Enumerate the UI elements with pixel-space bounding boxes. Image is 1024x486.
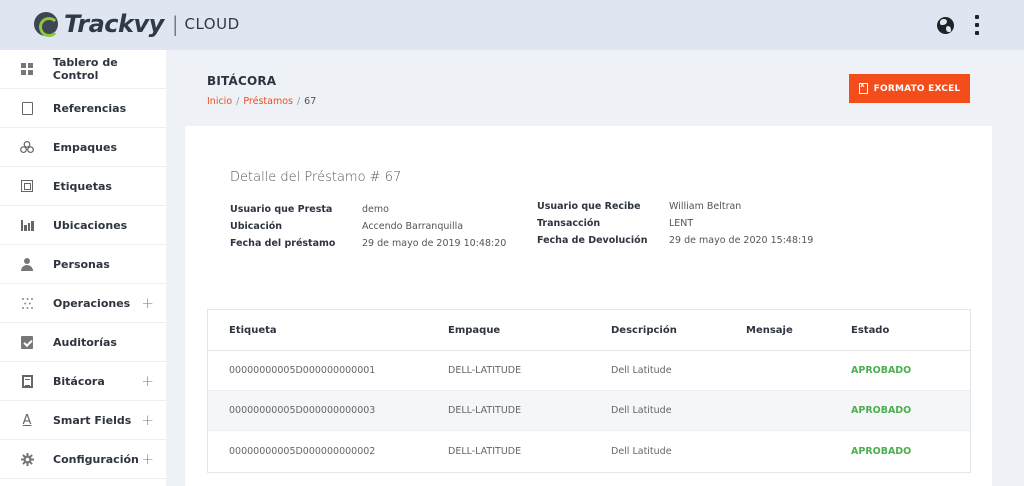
cell-descripcion: Dell Latitude: [611, 365, 672, 376]
sidebar-item-operaciones[interactable]: Operaciones +: [0, 284, 166, 323]
page-title: BITÁCORA: [207, 74, 277, 88]
sidebar-item-label: Smart Fields: [53, 413, 132, 427]
status-badge: APROBADO: [851, 405, 912, 416]
expand-plus-icon[interactable]: +: [141, 411, 154, 429]
column-header-estado[interactable]: Estado: [851, 310, 889, 350]
items-table: Etiqueta Empaque Descripción Mensaje Est…: [207, 309, 971, 473]
trackvy-logo-icon: [34, 12, 59, 37]
sidebar-item-bitacora[interactable]: Bitácora +: [0, 362, 166, 401]
detail-value: LENT: [669, 218, 694, 229]
column-header-mensaje[interactable]: Mensaje: [746, 310, 793, 350]
export-excel-label: FORMATO EXCEL: [873, 83, 961, 94]
dashboard-icon: [20, 62, 34, 76]
sidebar-item-tablero[interactable]: Tablero de Control: [0, 50, 166, 89]
detail-key: Fecha del préstamo: [230, 238, 336, 249]
detail-key: Usuario que Presta: [230, 204, 333, 215]
detail-value: 29 de mayo de 2019 10:48:20: [362, 238, 507, 249]
table-row[interactable]: 00000000005D000000000003 DELL-LATITUDE D…: [208, 391, 970, 431]
gear-icon: [20, 452, 34, 466]
table-row[interactable]: 00000000005D000000000001 DELL-LATITUDE D…: [208, 351, 970, 391]
export-excel-button[interactable]: FORMATO EXCEL: [849, 74, 970, 103]
status-badge: APROBADO: [851, 445, 912, 457]
cell-etiqueta: 00000000005D000000000003: [229, 405, 376, 416]
column-header-etiqueta[interactable]: Etiqueta: [229, 310, 277, 350]
breadcrumb-separator: /: [296, 96, 301, 107]
detail-values-left: demo Accendo Barranquilla 29 de mayo de …: [362, 201, 506, 252]
sidebar-item-label: Ubicaciones: [53, 218, 128, 232]
sidebar-item-smart-fields[interactable]: A Smart Fields +: [0, 401, 166, 440]
brand-logo[interactable]: Trackvy | CLOUD: [34, 10, 240, 38]
breadcrumb-link-inicio[interactable]: Inicio: [207, 96, 232, 107]
detail-value: William Beltran: [669, 201, 742, 212]
table-row[interactable]: 00000000005D000000000002 DELL-LATITUDE D…: [208, 431, 970, 471]
detail-key: Transacción: [537, 218, 601, 229]
more-options-icon[interactable]: [974, 15, 980, 35]
expand-plus-icon[interactable]: +: [141, 450, 154, 468]
cell-etiqueta: 00000000005D000000000002: [229, 445, 376, 457]
globe-icon[interactable]: [937, 17, 954, 34]
detail-value: Accendo Barranquilla: [362, 221, 464, 232]
detail-keys-left: Usuario que Presta Ubicación Fecha del p…: [230, 201, 335, 252]
sidebar-item-label: Personas: [53, 257, 110, 271]
sidebar-item-label: Bitácora: [53, 374, 105, 388]
breadcrumb-separator: /: [236, 96, 240, 107]
cell-descripcion: Dell Latitude: [611, 445, 672, 457]
detail-key: Fecha de Devolución: [537, 235, 648, 246]
detail-keys-right: Usuario que Recibe Transacción Fecha de …: [537, 198, 647, 249]
cell-empaque: DELL-LATITUDE: [448, 445, 522, 457]
sidebar-item-label: Operaciones: [53, 296, 131, 310]
top-bar: Trackvy | CLOUD: [0, 0, 1024, 50]
loan-detail-card: Detalle del Préstamo # 67 Usuario que Pr…: [185, 126, 992, 486]
status-badge: APROBADO: [851, 365, 912, 376]
sidebar-item-auditorias[interactable]: Auditorías: [0, 323, 166, 362]
sidebar-item-ubicaciones[interactable]: Ubicaciones: [0, 206, 166, 245]
sidebar-item-empaques[interactable]: Empaques: [0, 128, 166, 167]
sidebar-item-label: Empaques: [53, 140, 117, 154]
detail-title: Detalle del Préstamo # 67: [230, 170, 402, 185]
detail-values-right: William Beltran LENT 29 de mayo de 2020 …: [669, 198, 813, 249]
person-icon: [20, 257, 34, 271]
detail-key: Ubicación: [230, 221, 282, 232]
log-icon: [20, 374, 34, 388]
sidebar-item-referencias[interactable]: Referencias: [0, 89, 166, 128]
document-icon: [20, 101, 34, 115]
sidebar-item-label: Tablero de Control: [52, 56, 118, 82]
sidebar-item-etiquetas[interactable]: Etiquetas: [0, 167, 166, 206]
breadcrumb: Inicio / Préstamos/67: [207, 96, 316, 107]
column-header-descripcion[interactable]: Descripción: [611, 310, 677, 350]
expand-plus-icon[interactable]: +: [141, 372, 154, 390]
sidebar-item-label: Etiquetas: [53, 179, 112, 193]
tag-icon: [20, 179, 34, 193]
detail-key: Usuario que Recibe: [537, 201, 641, 212]
sidebar-item-configuracion[interactable]: Configuración +: [0, 440, 166, 479]
cell-empaque: DELL-LATITUDE: [448, 365, 522, 376]
chart-icon: [20, 218, 34, 232]
breadcrumb-current: 67: [304, 96, 317, 107]
excel-file-icon: [858, 81, 868, 94]
expand-plus-icon[interactable]: +: [141, 294, 154, 312]
sidebar-item-label: Auditorías: [53, 335, 117, 349]
brand-name: Trackvy: [64, 10, 164, 38]
sidebar-item-label: Referencias: [53, 101, 127, 115]
cell-etiqueta: 00000000005D000000000001: [229, 365, 376, 376]
sidebar-item-personas[interactable]: Personas: [0, 245, 166, 284]
detail-value: demo: [362, 204, 389, 215]
clipboard-check-icon: [20, 335, 34, 349]
cell-empaque: DELL-LATITUDE: [448, 405, 522, 416]
breadcrumb-link-prestamos[interactable]: Préstamos: [243, 96, 293, 107]
table-header-row: Etiqueta Empaque Descripción Mensaje Est…: [208, 310, 970, 351]
product-name: CLOUD: [184, 15, 240, 33]
sidebar: Tablero de Control Referencias Empaques …: [0, 50, 166, 486]
column-header-empaque[interactable]: Empaque: [448, 310, 500, 350]
cell-descripcion: Dell Latitude: [611, 405, 672, 416]
sidebar-item-label: Configuración: [53, 452, 139, 466]
detail-value: 29 de mayo de 2020 15:48:19: [669, 235, 814, 246]
logo-separator: |: [171, 12, 179, 36]
smart-fields-icon: A: [22, 412, 32, 428]
operations-icon: [20, 296, 34, 310]
boxes-icon: [20, 140, 34, 154]
